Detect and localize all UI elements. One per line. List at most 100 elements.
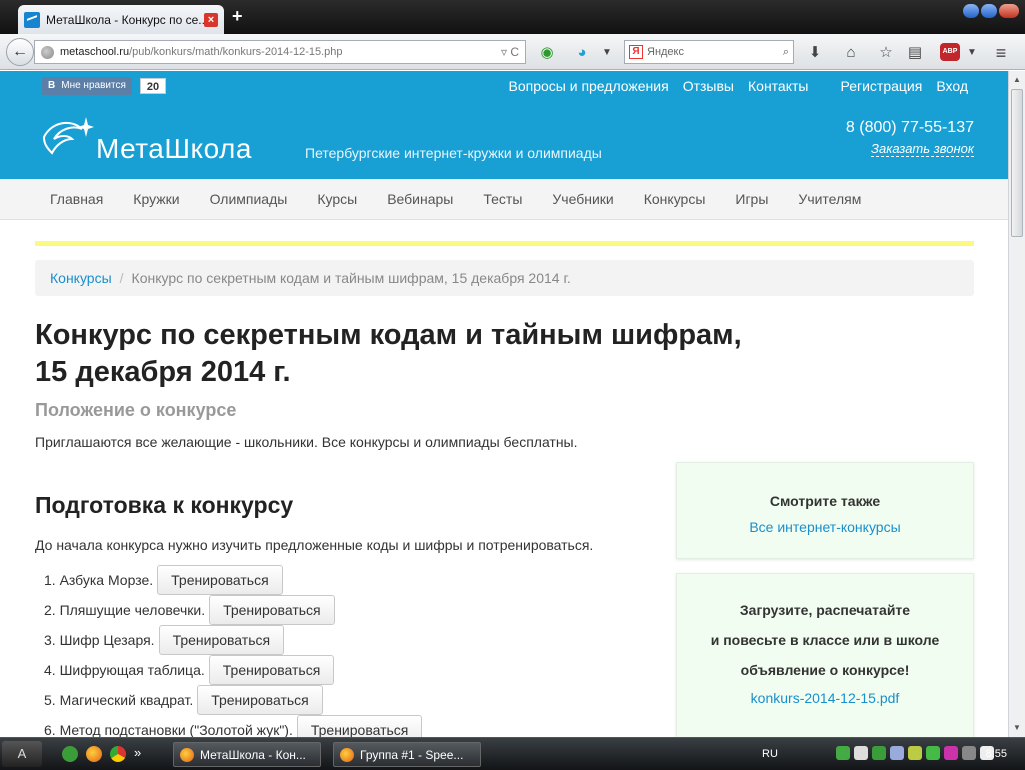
tray-app-icon[interactable]: [854, 746, 868, 760]
logo-bird-icon[interactable]: [42, 115, 94, 155]
tray-app-icon[interactable]: [944, 746, 958, 760]
nav-clubs[interactable]: Кружки: [118, 191, 194, 207]
task-label: 3. Шифр Цезаря.: [44, 632, 155, 648]
logo-text[interactable]: МетаШкола: [96, 133, 252, 165]
search-box[interactable]: Я Яндекс ⌕: [624, 40, 794, 64]
vk-like-button[interactable]: B Мне нравится: [42, 77, 132, 95]
breadcrumb-separator: /: [119, 270, 124, 286]
tray-app-icon[interactable]: [926, 746, 940, 760]
task-label: 1. Азбука Морзе.: [44, 572, 154, 588]
yellow-divider: [35, 241, 974, 246]
url-domain: metaschool.ru: [60, 46, 130, 58]
callback-link[interactable]: Заказать звонок: [871, 141, 974, 157]
train-button-dancing-men[interactable]: Тренироваться: [209, 595, 335, 625]
firefox-icon: [340, 747, 354, 762]
firefox-icon: [180, 747, 194, 762]
link-register[interactable]: Регистрация: [840, 78, 922, 94]
list-item: 1. Азбука Морзе. Тренироваться: [44, 565, 422, 595]
back-button[interactable]: ←: [6, 38, 34, 66]
tab-active[interactable]: МетаШкола - Конкурс по се... ×: [18, 5, 224, 34]
list-item: 2. Пляшущие человечки. Тренироваться: [44, 595, 422, 625]
language-indicator[interactable]: RU: [762, 748, 778, 760]
nav-contests[interactable]: Конкурсы: [629, 191, 721, 207]
page-title-line2: 15 декабря 2014 г.: [35, 356, 291, 388]
scroll-up-icon[interactable]: ▲: [1011, 74, 1023, 86]
page-title: Конкурс по секретным кодам и тайным шифр…: [35, 317, 795, 391]
window-close-button[interactable]: [999, 4, 1019, 18]
taskbar-window-title: Группа #1 - Spee...: [360, 747, 464, 762]
tab-close-icon[interactable]: ×: [204, 12, 218, 27]
link-feedback[interactable]: Вопросы и предложения: [509, 78, 669, 94]
download-icon[interactable]: ⬇: [806, 44, 824, 62]
nav-olympiads[interactable]: Олимпиады: [195, 191, 303, 207]
adblock-icon[interactable]: ABP: [940, 43, 960, 61]
quick-launch: »: [62, 746, 141, 762]
quick-launch-more-icon[interactable]: »: [134, 746, 141, 762]
new-tab-button[interactable]: +: [232, 6, 243, 27]
nav-webinars[interactable]: Вебинары: [372, 191, 468, 207]
breadcrumb-contests-link[interactable]: Конкурсы: [50, 270, 112, 286]
section-subtitle: Положение о конкурсе: [35, 400, 237, 420]
train-button-caesar[interactable]: Тренироваться: [158, 625, 285, 655]
scroll-down-icon[interactable]: ▼: [1011, 722, 1023, 734]
main-nav: Главная Кружки Олимпиады Курсы Вебинары …: [0, 179, 1008, 220]
list-item: 4. Шифрующая таблица. Тренироваться: [44, 655, 422, 685]
tagline: Петербургские интернет-кружки и олимпиад…: [305, 145, 602, 161]
all-contests-link[interactable]: Все интернет-конкурсы: [677, 519, 973, 535]
link-contacts[interactable]: Контакты: [748, 78, 808, 94]
taskbar-window-title: МетаШкола - Кон...: [200, 747, 306, 762]
start-button[interactable]: A: [2, 741, 42, 767]
reload-icon[interactable]: ▿ C: [501, 45, 519, 59]
menu-icon[interactable]: ≡: [992, 44, 1010, 62]
intro-text: Приглашаются все желающие - школьники. В…: [35, 434, 578, 450]
vertical-scrollbar[interactable]: ▲ ▼: [1008, 71, 1025, 737]
train-button-magic-square[interactable]: Тренироваться: [197, 685, 323, 715]
site-header: МетаШкола Петербургские интернет-кружки …: [0, 101, 1008, 179]
see-also-box: Смотрите также Все интернет-конкурсы: [676, 462, 974, 559]
tray-network-icon[interactable]: [890, 746, 904, 760]
bookmarks-list-icon[interactable]: ▤: [906, 44, 924, 62]
tray-volume-icon[interactable]: [962, 746, 976, 760]
train-button-substitution[interactable]: Тренироваться: [296, 715, 423, 737]
search-icon[interactable]: ⌕: [783, 46, 789, 59]
bookmark-star-icon[interactable]: ☆: [877, 44, 895, 62]
taskbar-window-speeddial[interactable]: Группа #1 - Spee...: [333, 742, 481, 767]
download-box: Загрузите, распечатайте и повесьте в кла…: [676, 573, 974, 737]
addon-blue-icon[interactable]: ◕: [573, 44, 591, 62]
breadcrumb-current: Конкурс по секретным кодам и тайным шифр…: [131, 270, 571, 286]
tray-app-icon[interactable]: [908, 746, 922, 760]
dropdown-arrow-icon[interactable]: ▼: [598, 44, 616, 62]
tray-app-icon[interactable]: [836, 746, 850, 760]
maximize-button[interactable]: [981, 4, 997, 18]
chrome-icon[interactable]: [110, 746, 126, 762]
nav-textbooks[interactable]: Учебники: [537, 191, 628, 207]
task-label: 2. Пляшущие человечки.: [44, 602, 206, 618]
minimize-button[interactable]: [963, 4, 979, 18]
url-bar[interactable]: metaschool.ru /pub/konkurs/math/konkurs-…: [34, 40, 526, 64]
nav-courses[interactable]: Курсы: [302, 191, 372, 207]
scroll-thumb[interactable]: [1011, 89, 1023, 237]
vk-like-count: 20: [139, 78, 167, 94]
train-button-table[interactable]: Тренироваться: [208, 655, 335, 685]
prep-heading: Подготовка к конкурсу: [35, 492, 294, 518]
nav-home[interactable]: Главная: [35, 191, 118, 207]
tray-utorrent-icon[interactable]: [872, 746, 886, 760]
pdf-link[interactable]: konkurs-2014-12-15.pdf: [677, 690, 973, 706]
list-item: 5. Магический квадрат. Тренироваться: [44, 685, 422, 715]
nav-tests[interactable]: Тесты: [468, 191, 537, 207]
link-login[interactable]: Вход: [936, 78, 968, 94]
vk-like-widget[interactable]: B Мне нравится 20: [42, 77, 167, 95]
phone-number: 8 (800) 77-55-137: [845, 119, 974, 136]
firefox-icon[interactable]: [86, 746, 102, 762]
nav-teachers[interactable]: Учителям: [783, 191, 876, 207]
nav-games[interactable]: Игры: [720, 191, 783, 207]
home-icon[interactable]: ⌂: [842, 44, 860, 62]
addon-green-icon[interactable]: ◉: [538, 44, 556, 62]
adblock-dropdown-icon[interactable]: ▼: [963, 44, 981, 62]
train-button-morse[interactable]: Тренироваться: [157, 565, 283, 595]
link-reviews[interactable]: Отзывы: [683, 78, 734, 94]
clock[interactable]: 8:55: [986, 748, 1007, 760]
tab-bar: МетаШкола - Конкурс по се... × +: [0, 0, 1025, 34]
utorrent-icon[interactable]: [62, 746, 78, 762]
taskbar-window-metaschool[interactable]: МетаШкола - Кон...: [173, 742, 321, 767]
